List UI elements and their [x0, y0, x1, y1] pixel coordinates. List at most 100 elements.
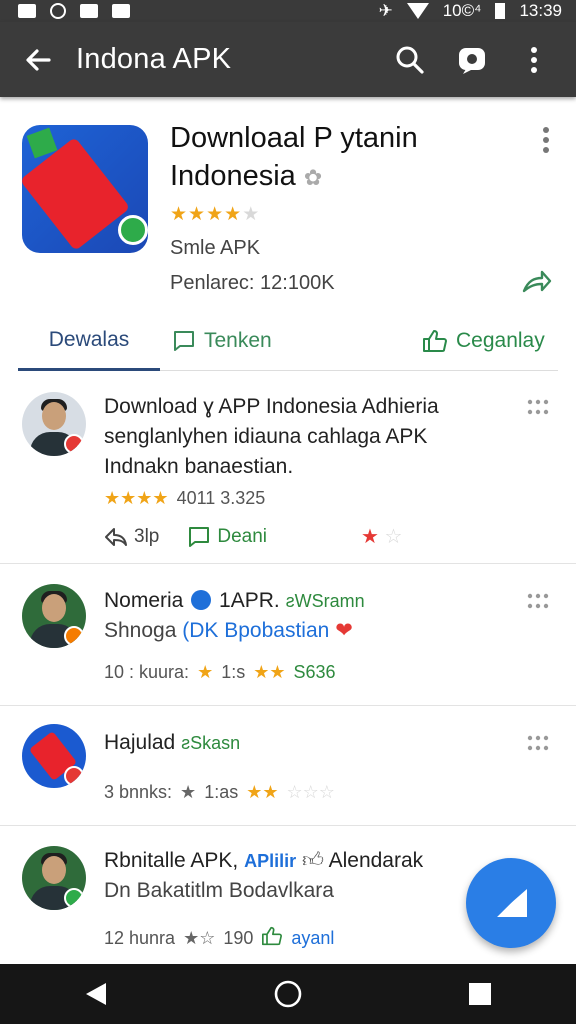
- review-body-line3: Indnakn banaestian.: [104, 455, 294, 478]
- nav-back-icon: [86, 983, 106, 1005]
- tab-like[interactable]: Ceganlay: [422, 311, 545, 371]
- app-rating-stars: ★★★★★: [170, 203, 260, 226]
- nav-home-icon: [274, 980, 302, 1008]
- thumb-up-icon: [423, 330, 447, 352]
- review-meta: 3 bnnks: ★ 1:as ★★ ☆☆☆: [104, 782, 335, 803]
- clock: 13:39: [519, 1, 562, 20]
- reviewer-name: Rbnitalle APK,: [104, 849, 239, 872]
- tab-like-label: Ceganlay: [456, 329, 545, 352]
- avatar-face: [42, 594, 66, 622]
- heart-icon: ❤: [335, 619, 353, 642]
- star-icon: ★★: [246, 782, 279, 802]
- user-badge-icon: [64, 434, 84, 454]
- more-vert-icon: [543, 127, 549, 153]
- star-filled-icon: ★: [224, 204, 243, 225]
- reviewer-extra: Alendarak: [328, 849, 424, 872]
- review-menu-button[interactable]: [526, 592, 550, 610]
- review-stars: ★★★★: [104, 488, 169, 509]
- more-vert-icon: [531, 46, 537, 73]
- gallery-notification-icon: [18, 4, 36, 18]
- reviewer-name: Hajulad: [104, 731, 176, 754]
- review-rate: 1:s: [221, 662, 246, 682]
- review-item[interactable]: Hajulad ƨSkasn 3 bnnks: ★ 1:as ★★ ☆☆☆: [0, 706, 576, 826]
- comment-button[interactable]: Deani: [187, 525, 267, 549]
- star-filled-icon: ★: [104, 488, 121, 508]
- review-time: 12 hunra: [104, 928, 176, 948]
- review-link[interactable]: ayanl: [291, 928, 334, 949]
- review-score: S636: [293, 662, 336, 682]
- avatar[interactable]: [22, 724, 86, 788]
- sync-notification-icon: [50, 3, 66, 19]
- star-icon: ★★: [253, 662, 286, 682]
- star-empty-icon: ★: [242, 204, 261, 225]
- search-button[interactable]: [390, 40, 430, 80]
- grid-dots-icon: [527, 399, 549, 415]
- avatar[interactable]: [22, 846, 86, 910]
- review-menu-button[interactable]: [526, 398, 550, 416]
- star-filled-icon: ★: [188, 204, 207, 225]
- status-right: ✈ 10©⁴ 13:39: [378, 1, 562, 21]
- tab-comments-label: Tenken: [204, 329, 272, 352]
- reviewer-tag[interactable]: ƨWSramn: [286, 591, 365, 611]
- nav-recents-icon: [469, 983, 491, 1005]
- star-icon: ★☆: [183, 928, 216, 948]
- grid-dots-icon: [527, 735, 549, 751]
- star-filled-icon: ★: [120, 488, 137, 508]
- review-item[interactable]: Nomeria 1APR. ƨWSramn Shnoga (DK Bpobast…: [0, 564, 576, 706]
- review-tabs: Dewalas Tenken Ceganlay: [18, 311, 558, 371]
- reviewer-tag[interactable]: APlilir: [244, 851, 296, 871]
- arrow-back-icon: [26, 48, 51, 71]
- chat-button[interactable]: [452, 40, 492, 80]
- tab-details-label: Dewalas: [48, 327, 130, 351]
- review-rate: 1:as: [204, 782, 239, 802]
- review-text: Nomeria 1APR. ƨWSramn Shnoga (DK Bpobast…: [104, 586, 514, 646]
- star-filled-icon: ★: [136, 488, 153, 508]
- compose-fab[interactable]: [466, 858, 556, 948]
- verified-icon: ✿: [303, 165, 323, 190]
- user-badge-icon: [64, 888, 84, 908]
- user-badge-icon: [64, 766, 84, 786]
- page-title: Indona APK: [76, 43, 232, 75]
- battery-icon: [495, 3, 506, 19]
- like-icon: 👍︎: [301, 849, 324, 872]
- review-text: Download ɣ APP Indonesia Adhieria sengla…: [104, 392, 504, 482]
- tab-details[interactable]: Dewalas: [18, 311, 160, 371]
- message-notification-icon: [80, 4, 98, 18]
- nav-back-button[interactable]: [66, 964, 126, 1024]
- nav-recents-button[interactable]: [450, 964, 510, 1024]
- system-nav-bar: [0, 964, 576, 1024]
- review-header: Nomeria 1APR. ƨWSramn: [104, 586, 514, 616]
- avatar[interactable]: [22, 392, 86, 456]
- edit-icon: [493, 889, 527, 919]
- reply-button[interactable]: 3lp: [104, 525, 159, 549]
- tab-comments[interactable]: Tenken: [172, 311, 272, 371]
- app-downloads: Penlarec: 12:100K: [170, 272, 335, 294]
- review-rate: 190: [223, 928, 254, 948]
- reviewer-tag[interactable]: ƨSkasn: [181, 733, 240, 753]
- review-time: 10 : kuura:: [104, 662, 190, 682]
- grid-dots-icon: [527, 593, 549, 609]
- app-more-button[interactable]: [534, 123, 558, 157]
- review-menu-button[interactable]: [526, 734, 550, 752]
- nav-home-button[interactable]: [258, 964, 318, 1024]
- favorite-button[interactable]: ★ ☆: [361, 524, 402, 549]
- review-meta: 10 : kuura: ★ 1:s ★★ S636: [104, 662, 336, 683]
- star-icon: ★: [197, 662, 214, 682]
- review-item[interactable]: Download ɣ APP Indonesia Adhieria sengla…: [0, 372, 576, 564]
- review-meta: ★★★★ 4011 3.325: [104, 488, 265, 509]
- star-filled-icon: ★: [206, 204, 225, 225]
- review-time: 3 bnnks:: [104, 782, 173, 802]
- app-title-line2: Indonesia: [170, 160, 296, 192]
- status-left: [18, 3, 130, 19]
- reviewer-name: Nomeria: [104, 589, 184, 612]
- reviewer-handle: 1APR.: [219, 589, 280, 612]
- review-line2: Dn Bakatitlm Bodavlkara: [104, 879, 334, 902]
- overflow-menu-button[interactable]: [514, 40, 554, 80]
- avatar[interactable]: [22, 584, 86, 648]
- avatar-face: [42, 856, 66, 884]
- back-button[interactable]: [0, 22, 76, 97]
- review-link[interactable]: (DK Bpobastian: [182, 619, 329, 642]
- status-bar: ✈ 10©⁴ 13:39: [0, 0, 576, 22]
- image-notification-icon: [112, 4, 130, 18]
- share-button[interactable]: [520, 265, 552, 297]
